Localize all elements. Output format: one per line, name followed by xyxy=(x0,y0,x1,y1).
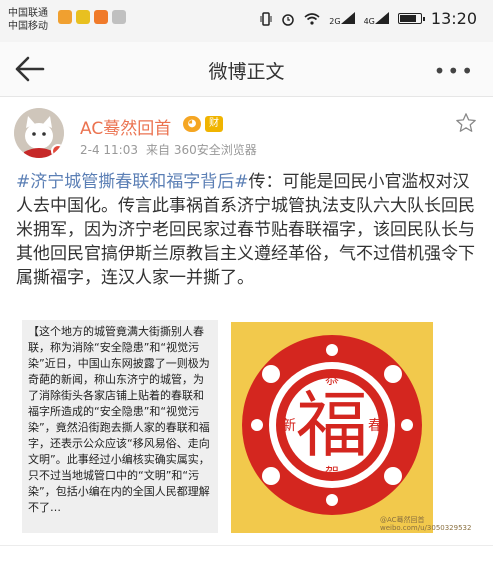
finance-badge[interactable]: 财 xyxy=(205,116,223,132)
favorite-star-icon[interactable] xyxy=(455,112,477,134)
watermark: @AC蓦然回首 weibo.com/u/3050329532 xyxy=(380,516,472,532)
ring-char-left: 新 xyxy=(282,418,296,434)
ring-char-top: 恭 xyxy=(325,372,339,388)
fu-graphic: 福 恭 新 春 贺 xyxy=(231,322,433,533)
fu-image[interactable]: 福 恭 新 春 贺 xyxy=(231,322,433,533)
avatar[interactable] xyxy=(14,108,64,158)
ring-char-right: 春 xyxy=(368,418,382,434)
more-options-icon[interactable]: ••• xyxy=(434,59,475,83)
signal-icon xyxy=(374,11,389,24)
hashtag-link[interactable]: #济宁城管撕春联和福字背后# xyxy=(16,172,249,192)
bottom-strip xyxy=(0,545,493,576)
post-meta: 2-4 11:03 来自 360安全浏览器 xyxy=(80,141,257,158)
post-text: #济宁城管撕春联和福字背后#传：可能是回民小官滥权对汉人去中国化。传言此事祸首系… xyxy=(16,170,482,290)
post-source: 来自 360安全浏览器 xyxy=(146,143,257,157)
notification-icons xyxy=(58,10,126,24)
fu-character: 福 xyxy=(296,383,368,467)
clock: 13:20 xyxy=(430,9,477,28)
network-2g: 2G xyxy=(329,11,355,26)
avatar-badge xyxy=(51,144,64,158)
battery-level xyxy=(399,15,417,22)
vibrate-icon xyxy=(260,11,272,26)
network-2g-label: 2G xyxy=(329,16,341,26)
alarm-icon xyxy=(282,13,295,26)
status-bar: 中国联通 中国移动 2G 4G 13:20 xyxy=(0,0,493,42)
app-notification-icon xyxy=(76,10,90,24)
post-date: 2-4 11:03 xyxy=(80,143,138,157)
wifi-icon xyxy=(304,13,320,25)
status-right: 2G 4G 13:20 xyxy=(260,9,477,28)
ring-char-bottom: 贺 xyxy=(325,466,339,482)
nav-bar: 微博正文 ••• xyxy=(0,42,493,97)
battery-icon xyxy=(397,13,425,24)
signal-icon xyxy=(340,11,355,24)
app-notification-icon xyxy=(112,10,126,24)
network-4g-label: 4G xyxy=(363,16,375,26)
carrier-2: 中国移动 xyxy=(8,21,48,32)
vip-icon[interactable]: ◕ xyxy=(183,116,201,132)
app-notification-icon xyxy=(94,10,108,24)
carrier-1: 中国联通 xyxy=(8,8,48,19)
text-image[interactable]: 【这个地方的城管竟满大街撕别人春联，称为消除“安全隐患”和“视觉污染”近日，中国… xyxy=(22,320,218,533)
page-title: 微博正文 xyxy=(208,61,285,83)
app-notification-icon xyxy=(58,10,72,24)
network-4g: 4G xyxy=(363,11,389,26)
username[interactable]: AC蓦然回首 xyxy=(80,114,171,139)
